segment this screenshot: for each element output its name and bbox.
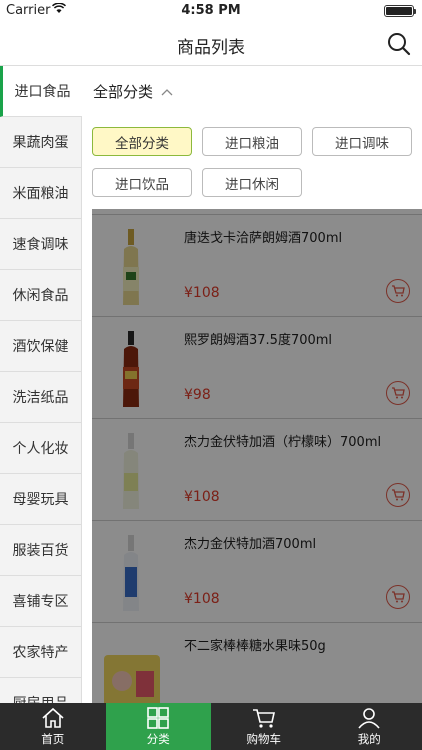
sidebar-item-label: 速食调味: [12, 237, 69, 253]
sidebar-item-wedding[interactable]: 喜铺专区: [0, 576, 82, 627]
chip-label: 进口粮油: [225, 135, 279, 152]
sidebar-item-label: 服装百货: [12, 543, 69, 559]
tab-label: 分类: [146, 731, 170, 746]
sidebar-item-grain-oil[interactable]: 米面粮油: [0, 168, 82, 219]
tab-label: 我的: [357, 731, 381, 746]
product-price: ¥108: [184, 591, 220, 607]
chip-label: 进口调味: [335, 135, 389, 152]
sidebar-item-instant-seasoning[interactable]: 速食调味: [0, 219, 82, 270]
sidebar-item-label: 母婴玩具: [12, 492, 69, 508]
product-name: 杰力金伏特加酒700ml: [184, 537, 317, 552]
list-item[interactable]: 杰力金伏特加酒700ml ¥108: [92, 521, 422, 623]
category-filter-toggle[interactable]: 全部分类: [82, 66, 422, 116]
sidebar-item-imported-food[interactable]: 进口食品: [0, 66, 82, 117]
product-image: [106, 329, 156, 409]
add-to-cart-icon[interactable]: [386, 483, 410, 507]
product-image: [100, 635, 164, 703]
tab-home[interactable]: 首页: [0, 703, 106, 750]
chevron-up-icon: [161, 85, 173, 97]
nav-header: 商品列表: [0, 22, 422, 66]
sidebar-item-label: 喜铺专区: [12, 594, 69, 610]
sidebar-item-label: 农家特产: [12, 645, 69, 661]
status-bar: Carrier 4:58 PM: [0, 0, 422, 22]
search-icon[interactable]: [386, 31, 412, 57]
sidebar-item-local-specialty[interactable]: 农家特产: [0, 627, 82, 678]
add-to-cart-icon[interactable]: [386, 279, 410, 303]
sidebar-item-label: 休闲食品: [12, 288, 69, 304]
sidebar-item-snacks[interactable]: 休闲食品: [0, 270, 82, 321]
sidebar-item-baby-toys[interactable]: 母婴玩具: [0, 474, 82, 525]
product-price: ¥98: [184, 387, 211, 403]
chip-all[interactable]: 全部分类: [92, 127, 192, 156]
tab-bar: 首页 分类 购物车 我的: [0, 703, 422, 750]
tab-profile[interactable]: 我的: [317, 703, 422, 750]
chip-label: 进口饮品: [115, 176, 169, 193]
add-to-cart-icon[interactable]: [386, 381, 410, 405]
chip-label: 进口休闲: [225, 176, 279, 193]
overlay-gutter: [82, 209, 92, 703]
tab-cart[interactable]: 购物车: [211, 703, 317, 750]
chip-imported-drinks[interactable]: 进口饮品: [92, 168, 192, 197]
chip-label: 全部分类: [115, 135, 169, 152]
sidebar-item-label: 果蔬肉蛋: [12, 135, 69, 151]
product-name: 杰力金伏特加酒（柠檬味）700ml: [184, 435, 382, 450]
grid-icon: [147, 706, 170, 729]
chip-imported-seasoning[interactable]: 进口调味: [312, 127, 412, 156]
sidebar-item-label: 洗洁纸品: [12, 390, 69, 406]
tab-category[interactable]: 分类: [105, 703, 211, 750]
product-name: 唐迭戈卡洽萨朗姆酒700ml: [184, 231, 343, 246]
sidebar-item-label: 个人化妆: [12, 441, 69, 457]
sidebar-item-drinks-health[interactable]: 酒饮保健: [0, 321, 82, 372]
product-name: 不二家棒棒糖水果味50g: [184, 639, 326, 654]
sidebar-item-produce[interactable]: 果蔬肉蛋: [0, 117, 82, 168]
category-filter-label: 全部分类: [93, 82, 154, 101]
chip-imported-grain-oil[interactable]: 进口粮油: [202, 127, 302, 156]
user-icon: [358, 707, 380, 729]
list-item[interactable]: 唐迭戈卡洽萨朗姆酒700ml ¥108: [92, 215, 422, 317]
list-item[interactable]: 杰力金伏特加酒（柠檬味）700ml ¥108: [92, 419, 422, 521]
product-name: 熙罗朗姆酒37.5度700ml: [184, 333, 333, 348]
sidebar-item-label: 米面粮油: [12, 186, 69, 202]
tab-label: 首页: [41, 731, 65, 746]
page-title: 商品列表: [177, 38, 245, 58]
product-image: [106, 533, 156, 613]
clock: 4:58 PM: [181, 3, 241, 18]
add-to-cart-icon[interactable]: [386, 585, 410, 609]
sidebar-item-kitchen[interactable]: 厨房用品: [0, 678, 82, 703]
battery-icon: [384, 5, 416, 17]
chip-imported-snacks[interactable]: 进口休闲: [202, 168, 302, 197]
sidebar-item-apparel[interactable]: 服装百货: [0, 525, 82, 576]
sidebar-item-label: 厨房用品: [13, 693, 69, 703]
tab-label: 购物车: [246, 731, 282, 746]
product-panel: 全部分类 全部分类 进口粮油 进口调味 进口饮品 进口休闲 唐迭戈卡洽萨朗姆酒7…: [82, 66, 422, 703]
sidebar-item-label: 酒饮保健: [12, 339, 69, 355]
list-item[interactable]: 不二家棒棒糖水果味50g: [92, 623, 422, 703]
category-chip-panel: 全部分类 进口粮油 进口调味 进口饮品 进口休闲: [82, 123, 422, 209]
home-icon: [42, 707, 64, 728]
product-price: ¥108: [184, 285, 220, 301]
sidebar-item-cleaning-paper[interactable]: 洗洁纸品: [0, 372, 82, 423]
product-image: [106, 431, 156, 511]
list-item[interactable]: 熙罗朗姆酒37.5度700ml ¥98: [92, 317, 422, 419]
product-image: [106, 227, 156, 307]
sidebar-item-personal-care[interactable]: 个人化妆: [0, 423, 82, 474]
sidebar-item-label: 进口食品: [14, 84, 71, 100]
product-list: 唐迭戈卡洽萨朗姆酒700ml ¥108 熙罗朗姆酒37.5度700ml ¥98 …: [92, 209, 422, 703]
category-sidebar: 进口食品 果蔬肉蛋 米面粮油 速食调味 休闲食品 酒饮保健 洗洁纸品 个人化妆 …: [0, 66, 82, 703]
cart-icon: [252, 708, 275, 728]
product-price: ¥108: [184, 489, 220, 505]
